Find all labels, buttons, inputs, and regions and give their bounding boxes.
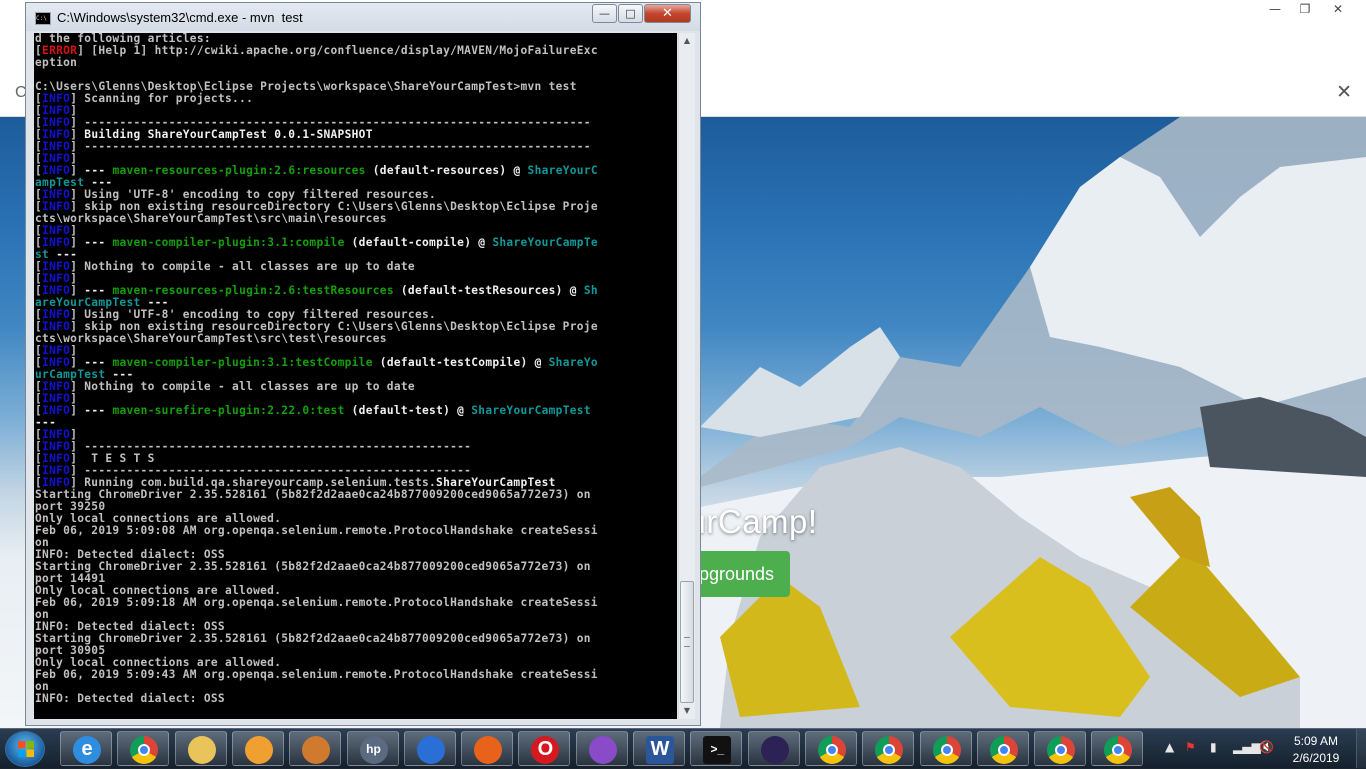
console-line: Starting ChromeDriver 2.35.528161 (5b82f… <box>35 632 591 645</box>
clock-time[interactable]: 5:09 AM <box>1290 734 1342 748</box>
chrome-icon <box>817 736 846 764</box>
volume-muted-icon[interactable]: 🔇 <box>1259 740 1274 754</box>
taskbar-button[interactable] <box>919 731 972 766</box>
console-line: [INFO] Nothing to compile - all classes … <box>35 260 415 273</box>
firefox-icon <box>474 736 503 764</box>
taskbar-button[interactable]: hp <box>346 731 399 766</box>
cmd-app-icon[interactable]: C:\ <box>35 12 51 25</box>
console-line: [INFO] --- maven-resources-plugin:2.6:re… <box>35 164 598 177</box>
chrome-icon <box>1104 736 1133 764</box>
taskbar-button[interactable] <box>747 731 800 766</box>
chrome-icon <box>875 736 904 764</box>
taskbar-button[interactable] <box>117 731 170 766</box>
console-line: Feb 06, 2019 5:09:43 AM org.openqa.selen… <box>35 668 598 681</box>
taskbar-button[interactable] <box>231 731 284 766</box>
minimize-button[interactable]: — <box>592 4 617 23</box>
console-line: eption <box>35 56 78 69</box>
console-line: INFO: Detected dialect: OSS <box>35 692 225 705</box>
cmd-window: C:\ C:\Windows\system32\cmd.exe - mvn te… <box>25 2 701 726</box>
console-line: [INFO] ---------------------------------… <box>35 140 591 153</box>
scroll-up-arrow-icon[interactable]: ▲ <box>679 33 695 49</box>
vertical-scrollbar[interactable]: ▲ ▼ <box>678 33 695 719</box>
taskbar-button[interactable] <box>174 731 227 766</box>
console-line: [INFO] --- maven-compiler-plugin:3.1:com… <box>35 236 598 249</box>
taskbar-button[interactable]: O <box>518 731 571 766</box>
device-icon[interactable]: ▮ <box>1210 740 1217 754</box>
scrollbar-thumb[interactable] <box>680 581 694 703</box>
chrome-minimize-button[interactable]: — <box>1260 0 1290 18</box>
console-line: Starting ChromeDriver 2.35.528161 (5b82f… <box>35 488 591 501</box>
taskbar: e hp O W >_ ▲ ⚑ ▮ ▂▄▆ 🔇 5:09 AM 2/6/2019 <box>0 728 1366 768</box>
console-line: Feb 06, 2019 5:09:18 AM org.openqa.selen… <box>35 596 598 609</box>
taskbar-button[interactable] <box>1091 731 1144 766</box>
flag-alert-icon[interactable]: ⚑ <box>1185 740 1196 754</box>
file-explorer-icon <box>187 736 216 764</box>
chrome-close-button[interactable]: ✕ <box>1323 0 1353 18</box>
colorful-app-icon <box>588 736 617 764</box>
taskbar-button[interactable] <box>1034 731 1087 766</box>
taskbar-button[interactable]: W <box>633 731 685 766</box>
taskbar-button[interactable]: >_ <box>690 731 743 766</box>
console-line: [ERROR] [Help 1] http://cwiki.apache.org… <box>35 44 598 57</box>
chrome-icon <box>1047 736 1076 764</box>
media-player-icon <box>244 736 273 764</box>
taskbar-button[interactable] <box>804 731 857 766</box>
windows-logo-icon <box>18 741 34 757</box>
scroll-down-arrow-icon[interactable]: ▼ <box>679 703 695 719</box>
taskbar-button[interactable] <box>403 731 456 766</box>
grip-icon <box>684 637 690 647</box>
chrome-restore-button[interactable]: ❐ <box>1290 0 1320 18</box>
eclipse-icon <box>760 736 789 764</box>
cmd-titlebar[interactable]: C:\ C:\Windows\system32\cmd.exe - mvn te… <box>26 3 700 31</box>
start-button[interactable] <box>5 731 45 767</box>
show-hidden-icons-icon[interactable]: ▲ <box>1165 740 1174 754</box>
taskbar-button[interactable] <box>862 731 915 766</box>
console-line: [INFO] --- maven-surefire-plugin:2.22.0:… <box>35 404 591 417</box>
console-line: [INFO] Nothing to compile - all classes … <box>35 380 415 393</box>
console-line: cts\workspace\ShareYourCampTest\src\test… <box>35 332 387 345</box>
taskbar-button[interactable] <box>289 731 342 766</box>
console-line: Feb 06, 2019 5:09:08 AM org.openqa.selen… <box>35 524 598 537</box>
close-icon[interactable]: ✕ <box>1336 81 1352 103</box>
console-line: Starting ChromeDriver 2.35.528161 (5b82f… <box>35 560 591 573</box>
maximize-button[interactable]: □ <box>618 4 643 23</box>
close-button[interactable]: ✕ <box>644 4 691 23</box>
chrome-icon <box>932 736 961 764</box>
console-output[interactable]: d the following articles: [ERROR] [Help … <box>34 33 677 719</box>
chrome-icon <box>989 736 1018 764</box>
chrome-icon <box>130 736 159 764</box>
window-title: C:\Windows\system32\cmd.exe - mvn test <box>57 10 303 25</box>
taskbar-button[interactable] <box>461 731 514 766</box>
network-signal-icon[interactable]: ▂▄▆ <box>1233 740 1261 754</box>
console-text: d the following articles: [ERROR] [Help … <box>35 33 675 719</box>
taskbar-button[interactable]: e <box>60 731 112 766</box>
clock-date[interactable]: 2/6/2019 <box>1283 751 1349 765</box>
remote-desktop-icon <box>302 736 331 764</box>
firefox-blue-icon <box>416 736 445 764</box>
taskbar-button[interactable] <box>575 731 628 766</box>
show-desktop-button[interactable] <box>1356 729 1366 768</box>
taskbar-button[interactable] <box>976 731 1029 766</box>
console-line: cts\workspace\ShareYourCampTest\src\main… <box>35 212 387 225</box>
